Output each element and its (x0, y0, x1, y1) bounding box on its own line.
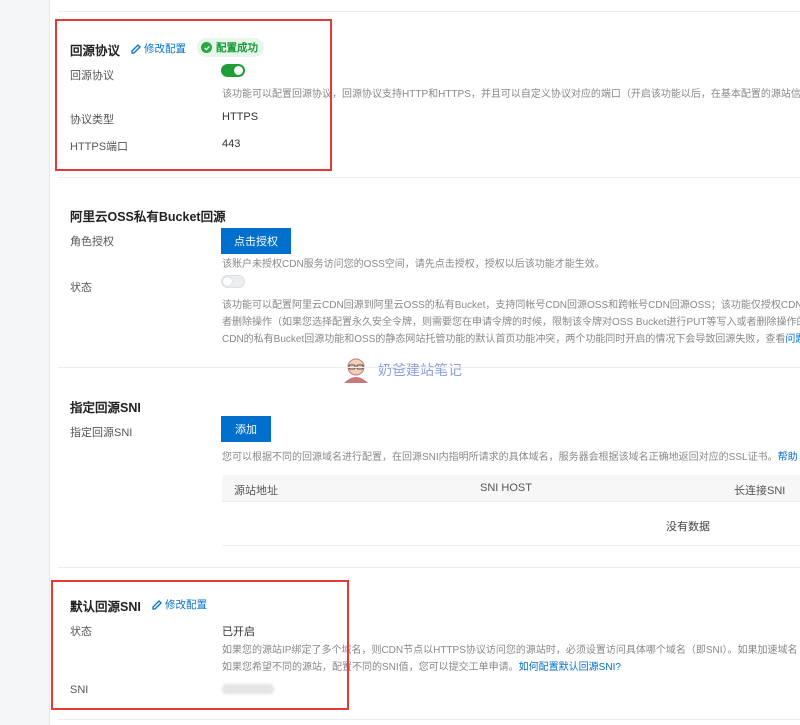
edit-default-sni-link[interactable]: 修改配置 (152, 597, 207, 612)
edit-config-link[interactable]: 修改配置 (131, 41, 186, 56)
help-link[interactable]: 帮助 (778, 452, 798, 463)
divider (58, 567, 800, 568)
divider (58, 11, 800, 12)
left-sidebar (0, 0, 50, 725)
toggle-knob (223, 277, 232, 286)
status-badge: 配置成功 (197, 38, 264, 57)
default-sni-status-label: 状态 (70, 626, 92, 638)
edit-config-label: 修改配置 (165, 599, 207, 611)
toggle-knob (234, 66, 243, 75)
protocol-description: 该功能可以配置回源协议，回源协议支持HTTP和HTTPS，并且可以自定义协议对应… (222, 89, 800, 100)
pencil-icon (152, 599, 162, 610)
column-origin-address: 源站地址 (234, 485, 278, 497)
section-title-oss-bucket: 阿里云OSS私有Bucket回源 (70, 210, 226, 224)
oss-description-line3: CDN的私有Bucket回源功能和OSS的静态网站托管功能的默认首页功能冲突，两… (222, 331, 800, 348)
sni-description-text: 您可以根据不同的回源域名进行配置，在回源SNI内指明所请求的具体域名，服务器会根… (222, 452, 778, 463)
oss-status-toggle[interactable] (221, 275, 245, 288)
default-sni-description-text: 如果您希望不同的源站，配置不同的SNI值，您可以提交工单申请。 (222, 662, 519, 673)
oss-description-line2: 者删除操作（如果您选择配置永久安全令牌，则需要您在申请令牌的时候，限制该令牌对O… (222, 317, 800, 328)
table-bottom-border (222, 545, 800, 546)
column-sni-host: SNI HOST (480, 482, 532, 494)
auth-description: 该账户未授权CDN服务访问您的OSS空间，请先点击授权，授权以后该功能才能生效。 (222, 259, 605, 270)
https-port-value: 443 (222, 138, 241, 150)
check-circle-icon (201, 42, 212, 53)
section-title-sni: 指定回源SNI (70, 401, 141, 415)
default-sni-status-value: 已开启 (222, 626, 255, 638)
sni-label: 指定回源SNI (70, 427, 133, 439)
default-sni-description-line2: 如果您希望不同的源站，配置不同的SNI值，您可以提交工单申请。如何配置默认回源S… (222, 659, 621, 676)
sni-value-label: SNI (70, 684, 89, 696)
authorize-button[interactable]: 点击授权 (221, 228, 291, 254)
protocol-type-label: 协议类型 (70, 114, 114, 126)
sni-value-redacted (222, 684, 274, 694)
divider (58, 177, 800, 178)
divider (58, 367, 800, 368)
https-port-label: HTTPS端口 (70, 141, 129, 153)
origin-protocol-toggle[interactable] (221, 64, 245, 77)
pencil-icon (131, 43, 141, 54)
problem-link[interactable]: 问题 (785, 334, 800, 345)
badge-label: 配置成功 (216, 42, 258, 54)
avatar-icon (344, 358, 368, 383)
watermark: 奶爸建站笔记 (340, 357, 462, 383)
sni-description: 您可以根据不同的回源域名进行配置，在回源SNI内指明所请求的具体域名，服务器会根… (222, 449, 798, 466)
column-keepalive-sni: 长连接SNI (734, 485, 786, 497)
oss-description-line1: 该功能可以配置阿里云CDN回源到阿里云OSS的私有Bucket，支持同帐号CDN… (222, 300, 800, 311)
protocol-label: 回源协议 (70, 70, 114, 82)
sni-table-header: 源站地址 SNI HOST 长连接SNI (222, 475, 800, 502)
add-button[interactable]: 添加 (221, 416, 271, 442)
watermark-text: 奶爸建站笔记 (378, 362, 462, 378)
divider (58, 719, 800, 720)
section-title-default-sni: 默认回源SNI (70, 600, 141, 614)
oss-status-label: 状态 (70, 282, 92, 294)
empty-table-text: 没有数据 (666, 521, 710, 533)
protocol-type-value: HTTPS (222, 111, 259, 123)
role-auth-label: 角色授权 (70, 236, 114, 248)
how-to-configure-link[interactable]: 如何配置默认回源SNI? (519, 662, 621, 673)
section-title-origin-protocol: 回源协议 (70, 44, 121, 58)
oss-description-text: CDN的私有Bucket回源功能和OSS的静态网站托管功能的默认首页功能冲突，两… (222, 334, 786, 345)
edit-config-label: 修改配置 (144, 43, 186, 55)
default-sni-description-line1: 如果您的源站IP绑定了多个域名，则CDN节点以HTTPS协议访问您的源站时，必须… (222, 645, 798, 656)
